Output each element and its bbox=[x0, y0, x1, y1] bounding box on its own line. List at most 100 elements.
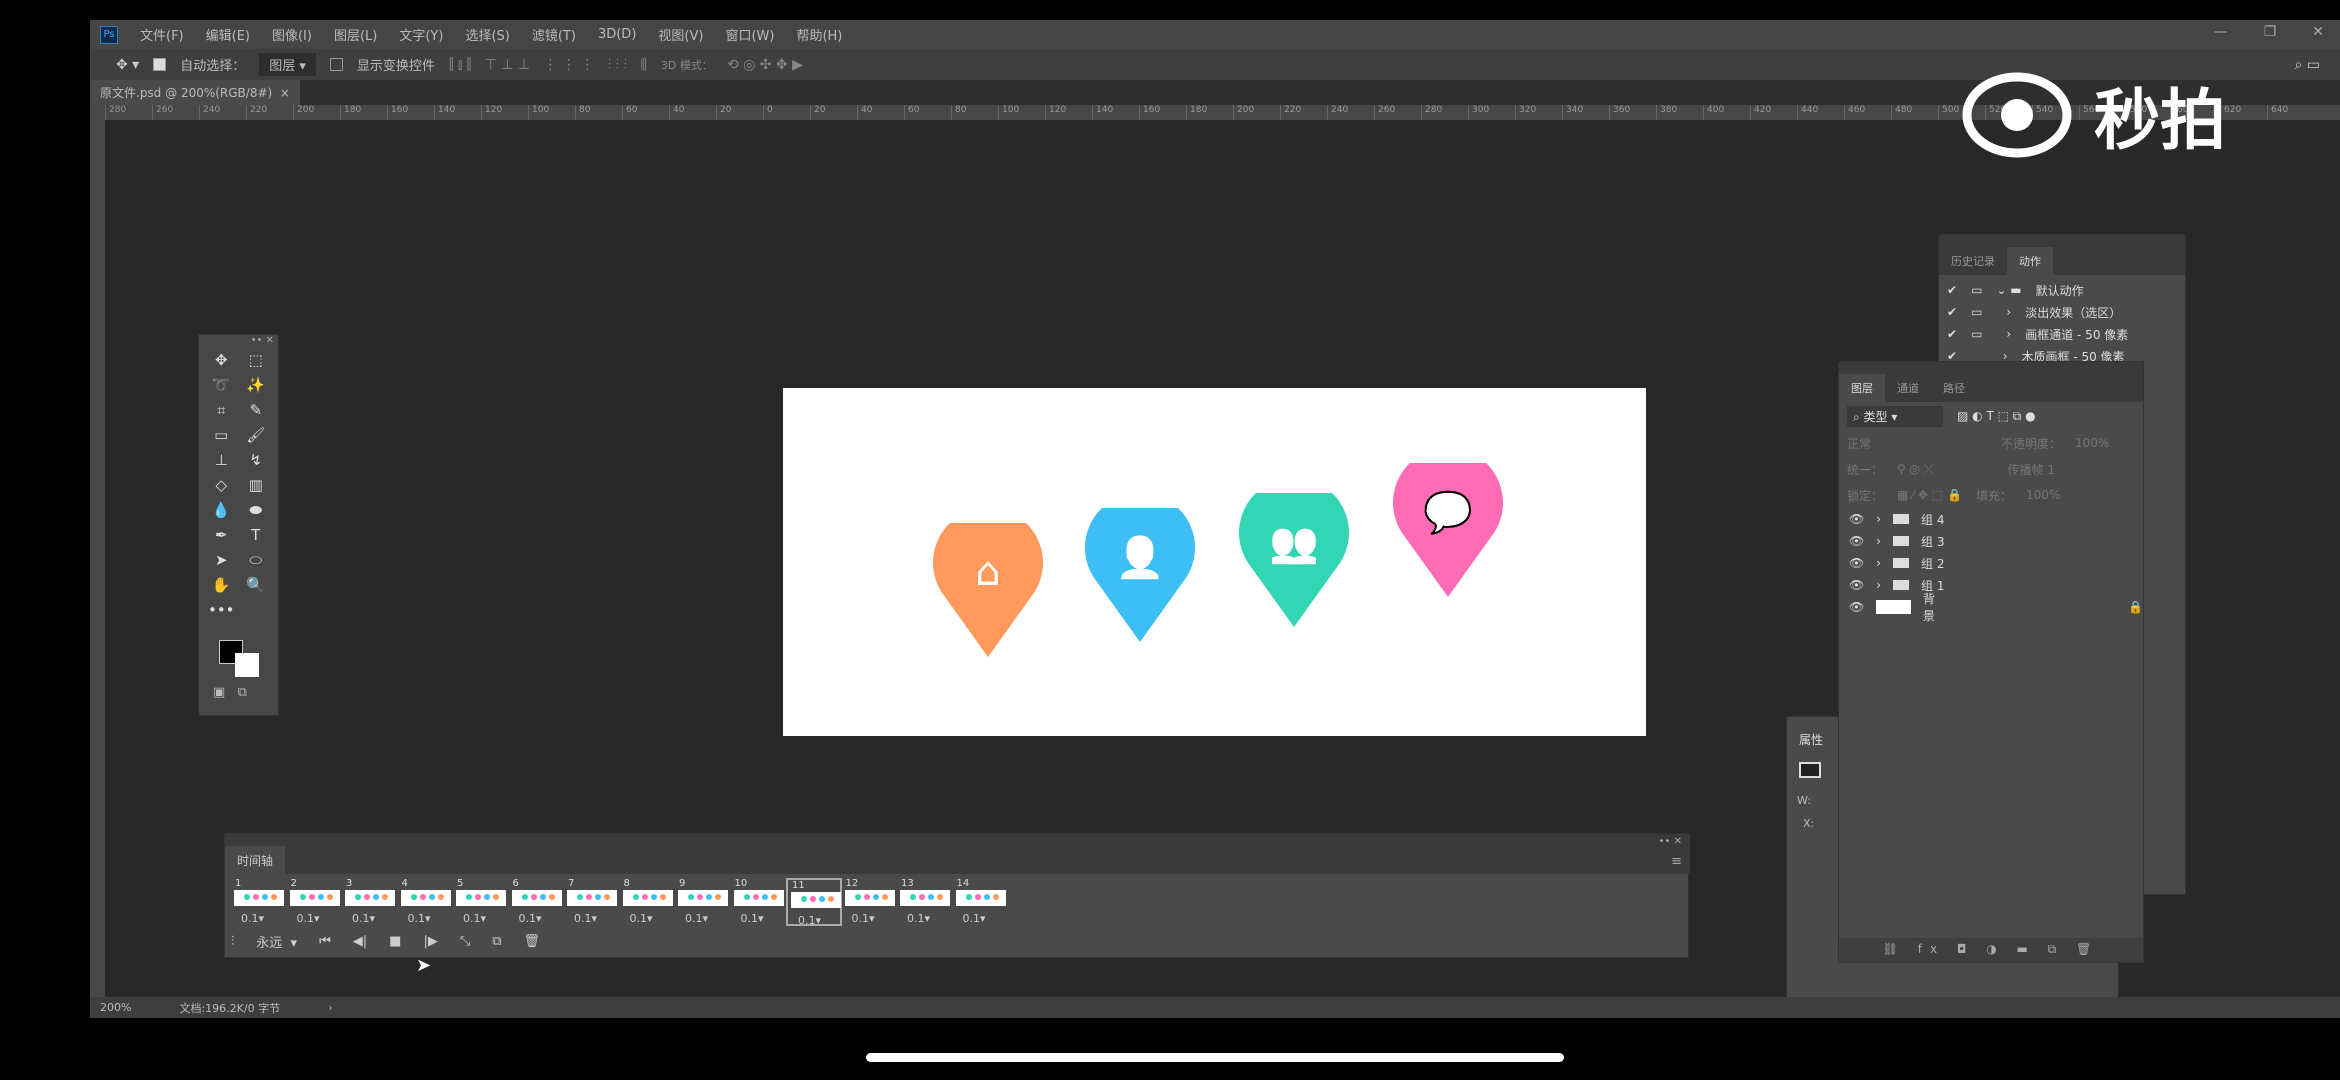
move-tool-icon[interactable]: ✥ bbox=[207, 351, 236, 372]
next-frame-button[interactable]: |▶ bbox=[423, 934, 437, 949]
layer-row[interactable]: 👁 › 组 1 bbox=[1839, 574, 2143, 596]
menu-image[interactable]: 图像(I) bbox=[272, 25, 312, 44]
tab-history[interactable]: 历史记录 bbox=[1939, 247, 2007, 275]
action-item[interactable]: ✔ ▭ ⌄ ▬ 默认动作 bbox=[1939, 279, 2185, 301]
menu-view[interactable]: 视图(V) bbox=[658, 25, 703, 44]
frame-delay-dropdown[interactable]: 0.1▾ bbox=[463, 912, 486, 925]
chevron-right-icon[interactable]: › bbox=[1876, 512, 1881, 526]
zoom-level[interactable]: 200% bbox=[100, 1001, 131, 1014]
panel-menu-icon[interactable]: ≡ bbox=[1671, 854, 1682, 869]
3d-tools-icons[interactable]: ⟲ ◎ ✣ ✥ ▶ bbox=[727, 57, 803, 73]
zoom-tool-icon[interactable]: 🔍 bbox=[242, 576, 271, 597]
timeline-frame[interactable]: 6 0.1▾ bbox=[509, 878, 565, 926]
menu-type[interactable]: 文字(Y) bbox=[399, 25, 443, 44]
marquee-tool-icon[interactable]: ⬚ bbox=[242, 351, 271, 372]
layer-row[interactable]: 👁 › 组 3 bbox=[1839, 530, 2143, 552]
opacity-value[interactable]: 100% bbox=[2075, 436, 2109, 450]
dialog-toggle-icon[interactable]: ▭ bbox=[1971, 305, 1982, 319]
layer-filter-dropdown[interactable]: ⌕ 类型 ▾ bbox=[1847, 405, 1943, 427]
timeline-frame[interactable]: 8 0.1▾ bbox=[620, 878, 676, 926]
auto-select-dropdown[interactable]: 图层 ▾ bbox=[259, 53, 316, 76]
loop-dropdown[interactable]: 永远 ▾ bbox=[256, 932, 297, 951]
frame-delay-dropdown[interactable]: 0.1▾ bbox=[352, 912, 375, 925]
document-tab[interactable]: 原文件.psd @ 200%(RGB/8#) × bbox=[90, 80, 300, 105]
menu-layer[interactable]: 图层(L) bbox=[334, 25, 377, 44]
eye-icon[interactable]: 👁 bbox=[1849, 556, 1864, 570]
dialog-toggle-icon[interactable]: ▭ bbox=[1971, 327, 1982, 341]
check-icon[interactable]: ✔ bbox=[1947, 327, 1957, 341]
eye-icon[interactable]: 👁 bbox=[1849, 600, 1864, 614]
frame-delay-dropdown[interactable]: 0.1▾ bbox=[685, 912, 708, 925]
menu-edit[interactable]: 编辑(E) bbox=[206, 25, 250, 44]
tween-button[interactable]: ⤡ bbox=[460, 934, 470, 949]
status-arrow[interactable]: › bbox=[328, 1001, 332, 1014]
tab-channels[interactable]: 通道 bbox=[1885, 374, 1931, 402]
healing-tool-icon[interactable]: ▭ bbox=[207, 426, 236, 447]
timeline-frame[interactable]: 13 0.1▾ bbox=[897, 878, 953, 926]
chevron-right-icon[interactable]: › bbox=[2006, 327, 2011, 341]
convert-timeline-icon[interactable]: ⫶ bbox=[231, 934, 234, 949]
type-tool-icon[interactable]: T bbox=[242, 526, 271, 547]
propagate-frame-checkbox[interactable]: 传播帧 1 bbox=[2008, 461, 2055, 478]
home-indicator[interactable] bbox=[866, 1053, 1564, 1062]
search-icon[interactable]: ⌕ ▭ bbox=[2294, 57, 2320, 73]
move-tool-icon[interactable]: ✥ ▾ bbox=[116, 57, 139, 73]
timeline-frame[interactable]: 11 0.1▾ bbox=[786, 878, 842, 927]
timeline-frame[interactable]: 5 0.1▾ bbox=[453, 878, 509, 926]
tab-actions[interactable]: 动作 bbox=[2007, 247, 2053, 275]
timeline-frame[interactable]: 2 0.1▾ bbox=[287, 878, 343, 926]
minimize-button[interactable]: — bbox=[2214, 24, 2228, 40]
dodge-tool-icon[interactable]: ⬬ bbox=[242, 501, 271, 522]
auto-select-checkbox[interactable] bbox=[153, 58, 167, 71]
tab-paths[interactable]: 路径 bbox=[1931, 374, 1977, 402]
frame-delay-dropdown[interactable]: 0.1▾ bbox=[798, 914, 821, 927]
prev-frame-button[interactable]: ◀| bbox=[353, 934, 367, 949]
eyedropper-icon[interactable]: ✎ bbox=[242, 401, 271, 422]
fill-value[interactable]: 100% bbox=[2026, 488, 2060, 502]
frame-delay-dropdown[interactable]: 0.1▾ bbox=[630, 912, 653, 925]
panel-close-icon[interactable]: •• ✕ bbox=[1659, 836, 1682, 847]
action-item[interactable]: ✔ ▭ › 淡出效果（选区） bbox=[1939, 301, 2185, 323]
lock-icons[interactable]: ▦ ⁄ ✥ ⬚ 🔒 bbox=[1897, 488, 1962, 502]
blur-tool-icon[interactable]: 💧 bbox=[207, 501, 236, 522]
check-icon[interactable]: ✔ bbox=[1947, 283, 1957, 297]
chevron-down-icon[interactable]: ⌄ ▬ bbox=[1996, 283, 2021, 297]
delete-frame-button[interactable]: 🗑 bbox=[524, 934, 541, 949]
unify-icons[interactable]: ⚲ ◎ ⤫ bbox=[1897, 462, 1934, 477]
timeline-tab[interactable]: 时间轴 bbox=[225, 846, 286, 874]
frame-delay-dropdown[interactable]: 0.1▾ bbox=[963, 912, 986, 925]
crop-tool-icon[interactable]: ⌗ bbox=[207, 401, 236, 422]
timeline-frame[interactable]: 4 0.1▾ bbox=[398, 878, 454, 926]
layer-row[interactable]: 👁 › 组 2 bbox=[1839, 552, 2143, 574]
action-item[interactable]: ✔ ▭ › 画框通道 - 50 像素 bbox=[1939, 323, 2185, 345]
hand-tool-icon[interactable]: ✋ bbox=[207, 576, 236, 597]
timeline-frame[interactable]: 10 0.1▾ bbox=[731, 878, 787, 926]
frame-delay-dropdown[interactable]: 0.1▾ bbox=[408, 912, 431, 925]
show-transform-checkbox[interactable] bbox=[329, 58, 343, 71]
menu-window[interactable]: 窗口(W) bbox=[725, 25, 774, 44]
frame-delay-dropdown[interactable]: 0.1▾ bbox=[297, 912, 320, 925]
frame-delay-dropdown[interactable]: 0.1▾ bbox=[741, 912, 764, 925]
gradient-tool-icon[interactable]: ▥ bbox=[242, 476, 271, 497]
align-icons[interactable]: ⫿ ⫾ ⫿ ⊤ ⊥ ⊥ ⋮ ⋮ ⋮ ⫶ ⫶ ⫶ ⫼ bbox=[449, 57, 647, 73]
tab-layers[interactable]: 图层 bbox=[1839, 374, 1885, 402]
layer-row[interactable]: 👁 › 组 4 bbox=[1839, 508, 2143, 530]
close-tab-icon[interactable]: × bbox=[280, 86, 290, 100]
brush-tool-icon[interactable]: 🖌 bbox=[242, 426, 271, 447]
document-canvas[interactable]: ⌂ 👤 👥 💬 bbox=[783, 388, 1646, 736]
frame-delay-dropdown[interactable]: 0.1▾ bbox=[241, 912, 264, 925]
lasso-tool-icon[interactable]: ➰ bbox=[207, 376, 236, 397]
timeline-frame[interactable]: 1 0.1▾ bbox=[231, 878, 287, 926]
timeline-frame[interactable]: 3 0.1▾ bbox=[342, 878, 398, 926]
pen-tool-icon[interactable]: ✒ bbox=[207, 526, 236, 547]
menu-file[interactable]: 文件(F) bbox=[140, 25, 184, 44]
menu-select[interactable]: 选择(S) bbox=[465, 25, 509, 44]
eye-icon[interactable]: 👁 bbox=[1849, 512, 1864, 526]
frame-delay-dropdown[interactable]: 0.1▾ bbox=[574, 912, 597, 925]
more-tools-icon[interactable]: ••• bbox=[207, 601, 236, 622]
stop-button[interactable]: ■ bbox=[389, 934, 401, 949]
dialog-toggle-icon[interactable]: ▭ bbox=[1971, 283, 1982, 297]
menu-filter[interactable]: 滤镜(T) bbox=[532, 25, 576, 44]
timeline-frame[interactable]: 14 0.1▾ bbox=[953, 878, 1009, 926]
layer-footer-icons[interactable]: ⛓ fx ◘ ◑ ▬ ⧉ 🗑 bbox=[1839, 938, 2143, 962]
